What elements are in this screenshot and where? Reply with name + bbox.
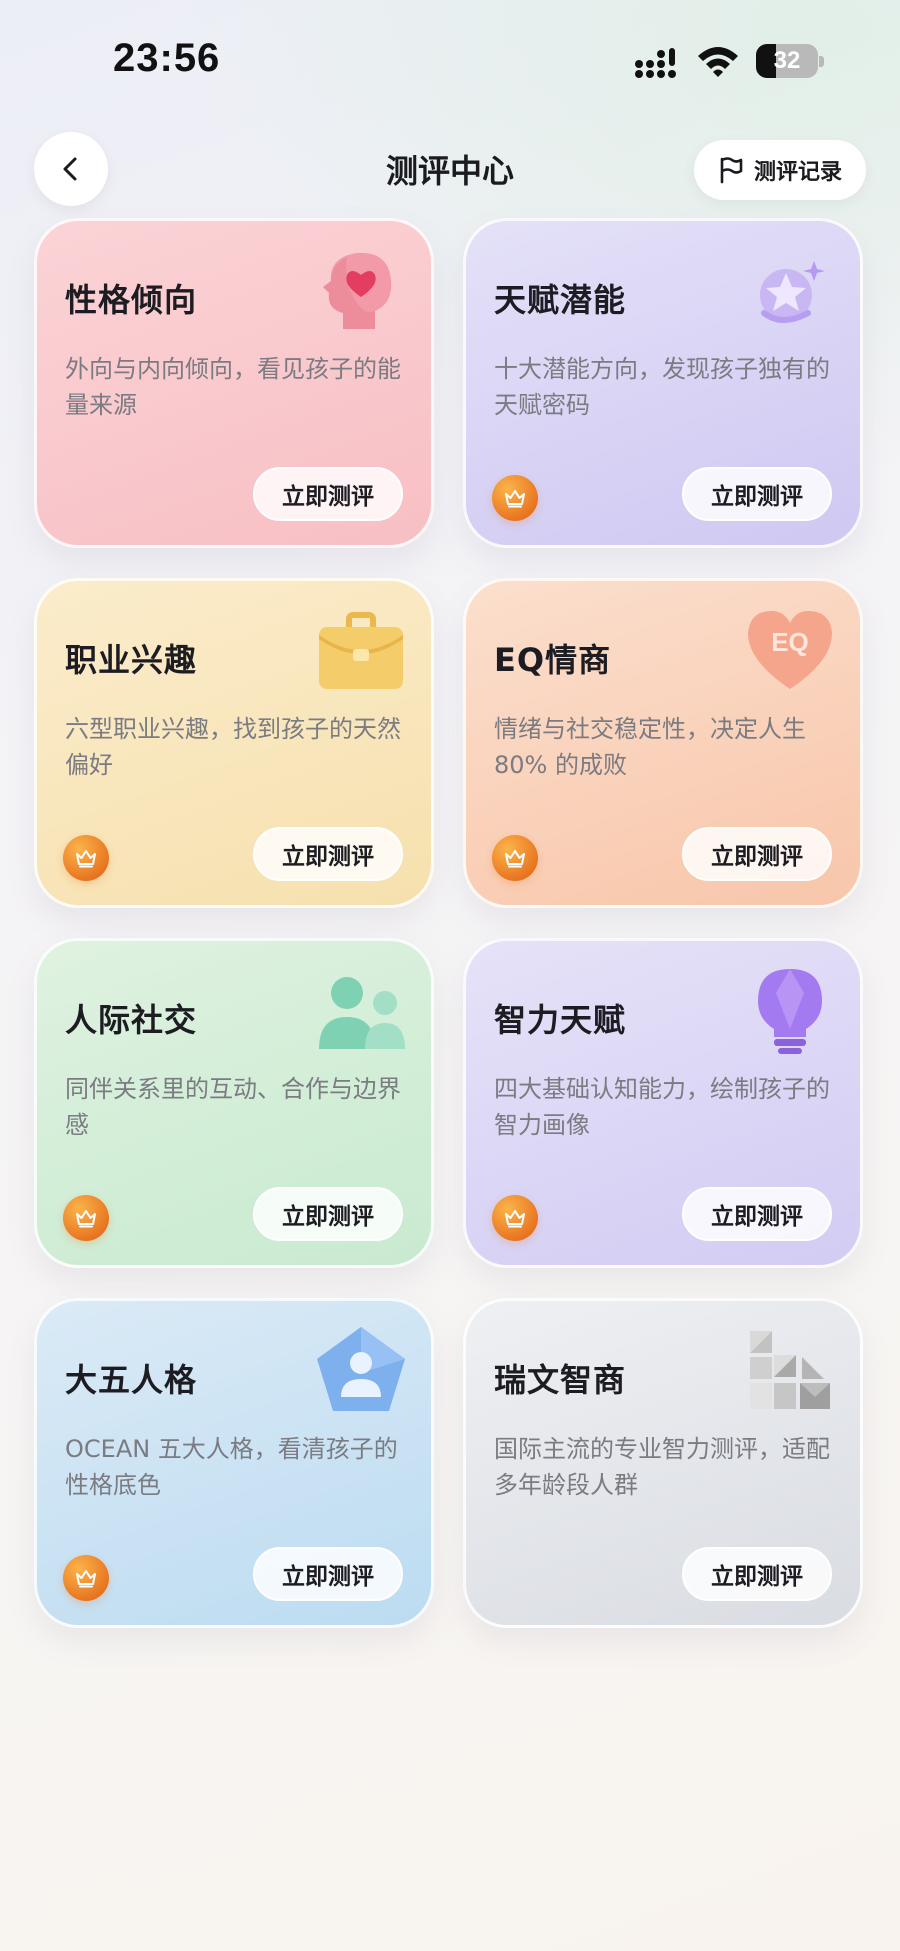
start-assessment-button[interactable]: 立即测评 (682, 827, 832, 881)
card-title: 性格倾向 (65, 281, 198, 319)
briefcase-icon (319, 612, 403, 689)
card-description: 同伴关系里的互动、合作与边界感 (65, 1075, 401, 1139)
card-title: 人际社交 (65, 1001, 198, 1039)
card-title: 天赋潜能 (494, 281, 627, 319)
start-assessment-button[interactable]: 立即测评 (253, 827, 403, 881)
assessment-card-eq[interactable]: EQ情商 EQ 情绪与社交稳定性，决定人生80% 的成败 立即测评 (463, 578, 863, 908)
premium-badge (492, 835, 538, 881)
card-title: 瑞文智商 (494, 1361, 627, 1399)
start-assessment-button[interactable]: 立即测评 (253, 1547, 403, 1601)
record-button-label: 测评记录 (753, 160, 842, 185)
card-title: EQ情商 (494, 641, 612, 679)
wifi-icon (698, 47, 738, 77)
crown-icon (503, 1206, 527, 1230)
start-assessment-button[interactable]: 立即测评 (682, 1547, 832, 1601)
page-title: 测评中心 (385, 152, 514, 190)
pentagon-person-icon (317, 1327, 405, 1411)
matrix-blocks-icon (750, 1331, 830, 1409)
card-description: 十大潜能方向，发现孩子独有的天赋密码 (494, 355, 830, 419)
assessment-card-big-five[interactable]: 大五人格 OCEAN 五大人格，看清孩子的性格底色 立即测评 (34, 1298, 434, 1628)
start-assessment-button[interactable]: 立即测评 (682, 467, 832, 521)
assessment-card-talent[interactable]: 天赋潜能 十大潜能方向，发现孩子独有的天赋密码 立即测评 (463, 218, 863, 548)
crown-icon (74, 1566, 98, 1590)
back-button[interactable] (34, 132, 108, 206)
people-icon (319, 977, 405, 1049)
chevron-left-icon (63, 157, 77, 181)
card-title: 智力天赋 (494, 1001, 627, 1039)
assessment-card-intelligence[interactable]: 智力天赋 四大基础认知能力，绘制孩子的智力画像 立即测评 (463, 938, 863, 1268)
status-bar: 23:56 32 (0, 0, 900, 120)
start-assessment-button[interactable]: 立即测评 (253, 467, 403, 521)
card-description: 情绪与社交稳定性，决定人生80% 的成败 (494, 715, 806, 779)
crown-icon (503, 846, 527, 870)
card-title: 职业兴趣 (65, 641, 198, 679)
premium-badge (492, 475, 538, 521)
start-assessment-button[interactable]: 立即测评 (253, 1187, 403, 1241)
svg-text:EQ: EQ (771, 627, 809, 657)
battery-percentage: 32 (773, 47, 801, 74)
status-time: 23:56 (113, 36, 221, 80)
cellular-signal-icon (635, 48, 676, 78)
premium-badge (63, 835, 109, 881)
assessment-card-career[interactable]: 职业兴趣 六型职业兴趣，找到孩子的天然偏好 立即测评 (34, 578, 434, 908)
lightbulb-icon (758, 969, 822, 1054)
card-description: 四大基础认知能力，绘制孩子的智力画像 (494, 1075, 830, 1139)
card-description: 国际主流的专业智力测评，适配多年龄段人群 (494, 1435, 830, 1499)
battery-icon: 32 (756, 44, 824, 78)
assessment-card-social[interactable]: 人际社交 同伴关系里的互动、合作与边界感 立即测评 (34, 938, 434, 1268)
assessment-card-personality[interactable]: 性格倾向 外向与内向倾向，看见孩子的能量来源 立即测评 (34, 218, 434, 548)
head-heart-icon (323, 252, 392, 329)
assessment-card-raven-iq[interactable]: 瑞文智商 国际主流的专业智力测评，适配多年龄段人群 立即测评 (463, 1298, 863, 1628)
card-description: 外向与内向倾向，看见孩子的能量来源 (65, 355, 401, 419)
star-sparkle-icon (760, 261, 825, 323)
premium-badge (63, 1555, 109, 1601)
card-description: OCEAN 五大人格，看清孩子的性格底色 (65, 1435, 398, 1499)
crown-icon (74, 1206, 98, 1230)
card-description: 六型职业兴趣，找到孩子的天然偏好 (65, 715, 401, 779)
card-title: 大五人格 (65, 1361, 198, 1399)
crown-icon (503, 486, 527, 510)
premium-badge (63, 1195, 109, 1241)
assessment-records-button[interactable]: 测评记录 (694, 140, 866, 200)
flag-icon (720, 157, 743, 184)
eq-heart-icon: EQ (748, 611, 832, 689)
premium-badge (492, 1195, 538, 1241)
start-assessment-button[interactable]: 立即测评 (682, 1187, 832, 1241)
crown-icon (74, 846, 98, 870)
